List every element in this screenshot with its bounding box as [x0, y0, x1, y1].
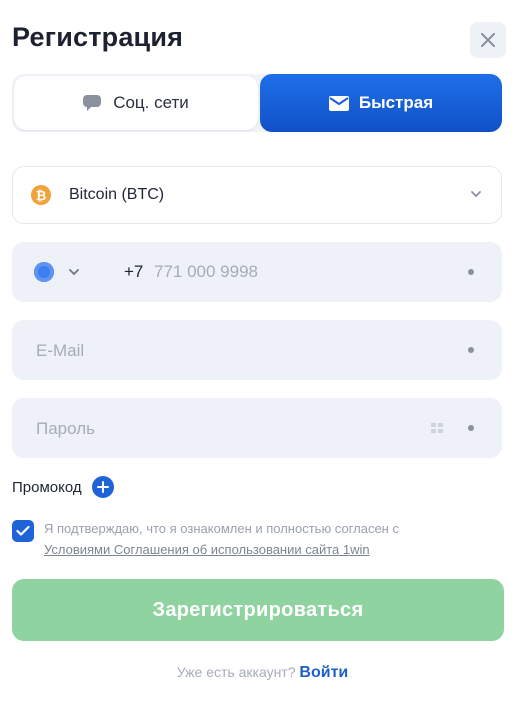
phone-prefix: +7 [124, 262, 144, 281]
password-input[interactable] [34, 398, 438, 460]
password-field[interactable] [12, 398, 502, 460]
promo-label: Промокод [12, 478, 82, 496]
close-icon [481, 33, 495, 47]
close-button[interactable] [470, 22, 506, 58]
envelope-icon [328, 95, 349, 111]
phone-field[interactable]: +7 771 000 9998 [12, 242, 502, 302]
add-promo-button[interactable] [91, 476, 114, 498]
agreement-text: Я подтверждаю, что я ознакомлен и полнос… [44, 518, 399, 560]
eye-icon[interactable] [430, 421, 446, 435]
registration-tabs: Соц. сети Быстрая [12, 74, 502, 132]
currency-value: Bitcoin (BTC) [69, 186, 165, 203]
page-title: Регистрация [12, 22, 184, 52]
tab-fast[interactable]: Быстрая [260, 74, 502, 132]
login-row: Уже есть аккаунт? Войти [0, 664, 525, 682]
promo-row: Промокод [12, 476, 114, 498]
required-dot-icon [468, 425, 474, 431]
login-link[interactable]: Войти [299, 664, 348, 681]
bitcoin-icon: ₿ [31, 185, 51, 205]
chat-bubble-icon [83, 95, 102, 111]
tab-social[interactable]: Соц. сети [14, 76, 258, 130]
chevron-down-icon [471, 191, 481, 198]
terms-link[interactable]: Условиями Соглашения об использовании са… [44, 542, 370, 557]
register-button[interactable]: Зарегистрироваться [12, 579, 504, 641]
required-dot-icon [468, 269, 474, 275]
checkmark-icon [16, 525, 30, 536]
agreement-sentence: Я подтверждаю, что я ознакомлен и полнос… [44, 521, 399, 536]
tab-social-label: Соц. сети [113, 93, 189, 112]
tab-fast-label: Быстрая [358, 93, 434, 112]
email-field[interactable] [12, 320, 502, 382]
currency-select[interactable]: ₿ Bitcoin (BTC) [12, 166, 502, 224]
email-input[interactable] [34, 320, 438, 382]
required-dot-icon [468, 347, 474, 353]
agreement-checkbox[interactable] [12, 520, 34, 542]
phone-number[interactable]: 771 000 9998 [154, 242, 258, 302]
plus-icon [96, 481, 109, 493]
country-flag-icon[interactable] [34, 262, 54, 282]
login-question: Уже есть аккаунт? [176, 664, 296, 680]
chevron-down-icon[interactable] [67, 265, 81, 279]
